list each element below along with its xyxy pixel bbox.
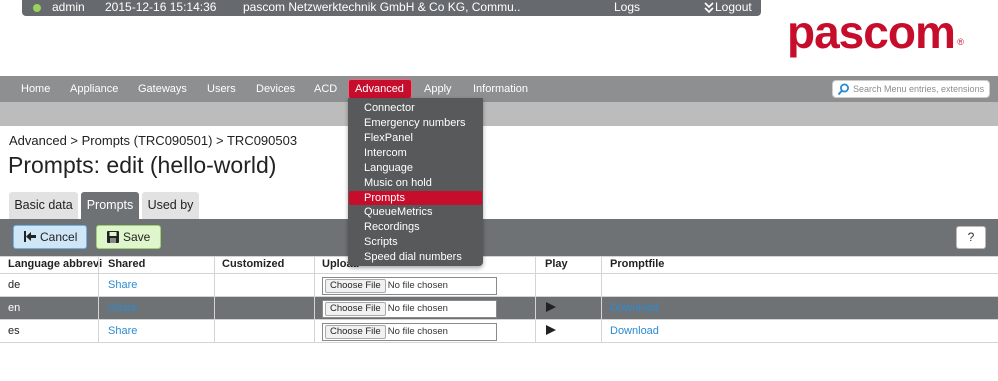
download-link[interactable]: Download — [610, 325, 659, 337]
file-status: No file chosen — [387, 280, 448, 291]
menu-search-input[interactable]: Search Menu entries, extensions — [832, 80, 990, 98]
column-divider — [314, 256, 315, 343]
column-divider — [535, 256, 536, 343]
logout-link[interactable]: Logout — [715, 0, 752, 15]
cancel-label: Cancel — [40, 230, 78, 244]
save-label: Save — [123, 230, 151, 244]
nav-users[interactable]: Users — [207, 76, 236, 102]
registered-mark: ® — [957, 37, 964, 47]
row-divider — [0, 342, 998, 343]
cancel-back-icon — [24, 231, 36, 242]
nav-acd[interactable]: ACD — [314, 76, 337, 102]
file-upload-input[interactable]: Choose File No file chosen — [322, 300, 497, 318]
play-icon[interactable] — [546, 325, 556, 335]
share-link[interactable]: Share — [108, 279, 137, 291]
file-upload-input[interactable]: Choose File No file chosen — [322, 277, 497, 295]
table-cell-language: es — [8, 325, 20, 337]
column-header-promptfile: Promptfile — [610, 258, 665, 270]
table-header-border — [0, 273, 998, 274]
table-cell-language: en — [8, 302, 21, 314]
tab-prompts[interactable]: Prompts — [81, 192, 139, 219]
share-link[interactable]: Share — [108, 302, 137, 314]
online-status-icon — [33, 4, 41, 12]
help-button[interactable]: ? — [956, 226, 986, 249]
nav-appliance[interactable]: Appliance — [70, 76, 118, 102]
column-divider — [601, 256, 602, 343]
share-link[interactable]: Share — [108, 325, 137, 337]
table-row-selected-bg — [0, 297, 998, 319]
table-cell-language: de — [8, 279, 21, 291]
row-divider — [0, 319, 998, 320]
column-header-language: Language abbrevi — [8, 258, 103, 270]
choose-file-button[interactable]: Choose File — [325, 302, 386, 316]
pascom-logo: pascom ® — [787, 6, 964, 58]
company-name: pascom Netzwerktechnik GmbH & Co KG, Com… — [243, 0, 521, 14]
row-divider — [0, 296, 998, 297]
chevron-double-down-icon[interactable] — [703, 1, 715, 15]
logs-link[interactable]: Logs — [614, 0, 640, 15]
file-status: No file chosen — [387, 326, 448, 337]
app-root: admin 2015-12-16 15:14:36 pascom Netzwer… — [0, 0, 998, 381]
file-upload-input[interactable]: Choose File No file chosen — [322, 323, 497, 341]
table-top-border — [0, 256, 998, 257]
menu-item-intercom[interactable]: Intercom — [349, 146, 482, 160]
nav-home[interactable]: Home — [21, 76, 50, 102]
menu-item-music-on-hold[interactable]: Music on hold — [349, 176, 482, 190]
sub-nav-bar — [0, 102, 998, 126]
column-divider — [214, 256, 215, 343]
nav-devices[interactable]: Devices — [256, 76, 295, 102]
menu-item-recordings[interactable]: Recordings — [349, 220, 482, 234]
status-bar: admin 2015-12-16 15:14:36 pascom Netzwer… — [22, 0, 761, 16]
menu-item-queuemetrics[interactable]: QueueMetrics — [349, 205, 482, 219]
download-link[interactable]: Download — [610, 302, 659, 314]
tab-used-by[interactable]: Used by — [142, 192, 199, 219]
menu-item-flexpanel[interactable]: FlexPanel — [349, 131, 482, 145]
logo-text: pascom — [787, 6, 956, 58]
save-button[interactable]: Save — [96, 225, 161, 249]
menu-item-emergency-numbers[interactable]: Emergency numbers — [349, 116, 482, 130]
menu-item-language[interactable]: Language — [349, 161, 482, 175]
cancel-button[interactable]: Cancel — [13, 225, 87, 249]
play-icon[interactable] — [546, 302, 556, 312]
column-header-play: Play — [545, 258, 568, 270]
tab-basic-data[interactable]: Basic data — [9, 192, 78, 219]
menu-item-speed-dial-numbers[interactable]: Speed dial numbers — [349, 250, 482, 264]
breadcrumb: Advanced > Prompts (TRC090501) > TRC0905… — [9, 133, 298, 148]
column-header-customized: Customized — [222, 258, 285, 270]
menu-item-connector[interactable]: Connector — [349, 101, 482, 115]
search-icon — [837, 83, 849, 96]
advanced-dropdown-menu: Connector Emergency numbers FlexPanel In… — [348, 98, 483, 266]
user-name: admin — [52, 0, 85, 14]
page-title: Prompts: edit (hello-world) — [8, 152, 277, 178]
search-placeholder: Search Menu entries, extensions — [853, 84, 985, 94]
column-divider — [98, 256, 99, 343]
choose-file-button[interactable]: Choose File — [325, 279, 386, 293]
column-header-shared: Shared — [108, 258, 146, 270]
nav-gateways[interactable]: Gateways — [138, 76, 187, 102]
datetime: 2015-12-16 15:14:36 — [105, 0, 217, 14]
menu-item-prompts[interactable]: Prompts — [349, 191, 482, 205]
menu-item-scripts[interactable]: Scripts — [349, 235, 482, 249]
choose-file-button[interactable]: Choose File — [325, 325, 386, 339]
floppy-disk-icon — [107, 231, 119, 243]
file-status: No file chosen — [387, 303, 448, 314]
